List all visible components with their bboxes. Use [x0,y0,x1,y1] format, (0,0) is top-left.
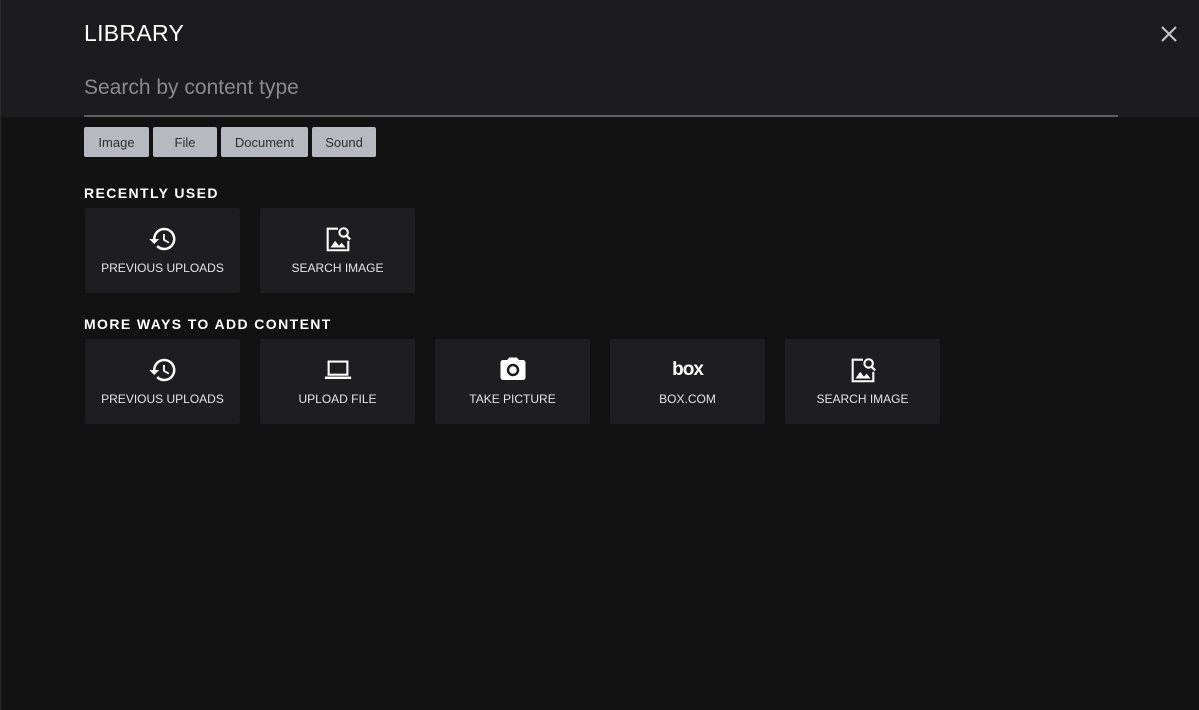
library-dialog: LIBRARY Image File Document Sound RECENT… [0,0,1199,710]
box-logo-icon: box [672,355,704,385]
search-image-tile[interactable]: SEARCH IMAGE [785,339,940,424]
more-ways-tiles: PREVIOUS UPLOADS UPLOAD FILE TAKE PICTUR… [85,339,940,424]
tile-label: UPLOAD FILE [298,392,377,406]
image-search-icon [848,355,878,385]
laptop-icon [323,355,353,385]
camera-icon [498,355,528,385]
recent-previous-uploads-tile[interactable]: PREVIOUS UPLOADS [85,208,240,293]
filter-chip-file[interactable]: File [153,127,217,157]
search-input[interactable] [84,72,1117,104]
image-search-icon [323,224,353,254]
dialog-header: LIBRARY [1,0,1199,117]
more-ways-heading: MORE WAYS TO ADD CONTENT [84,316,332,332]
box-logo-text: box [672,359,704,380]
tile-label: SEARCH IMAGE [816,392,909,406]
recently-used-tiles: PREVIOUS UPLOADS SEARCH IMAGE [85,208,415,293]
search-underline [84,115,1118,117]
filter-chips: Image File Document Sound [84,127,376,157]
history-icon [148,224,178,254]
recently-used-heading: RECENTLY USED [84,185,219,201]
tile-label: PREVIOUS UPLOADS [101,261,224,275]
filter-chip-image[interactable]: Image [84,127,149,157]
history-icon [148,355,178,385]
filter-chip-document[interactable]: Document [221,127,308,157]
dialog-title: LIBRARY [84,20,185,46]
upload-file-tile[interactable]: UPLOAD FILE [260,339,415,424]
close-icon [1161,26,1177,42]
tile-label: BOX.COM [659,392,716,406]
previous-uploads-tile[interactable]: PREVIOUS UPLOADS [85,339,240,424]
recent-search-image-tile[interactable]: SEARCH IMAGE [260,208,415,293]
close-button[interactable] [1157,22,1181,46]
filter-chip-sound[interactable]: Sound [312,127,376,157]
tile-label: TAKE PICTURE [469,392,556,406]
tile-label: SEARCH IMAGE [291,261,384,275]
tile-label: PREVIOUS UPLOADS [101,392,224,406]
take-picture-tile[interactable]: TAKE PICTURE [435,339,590,424]
box-com-tile[interactable]: box BOX.COM [610,339,765,424]
